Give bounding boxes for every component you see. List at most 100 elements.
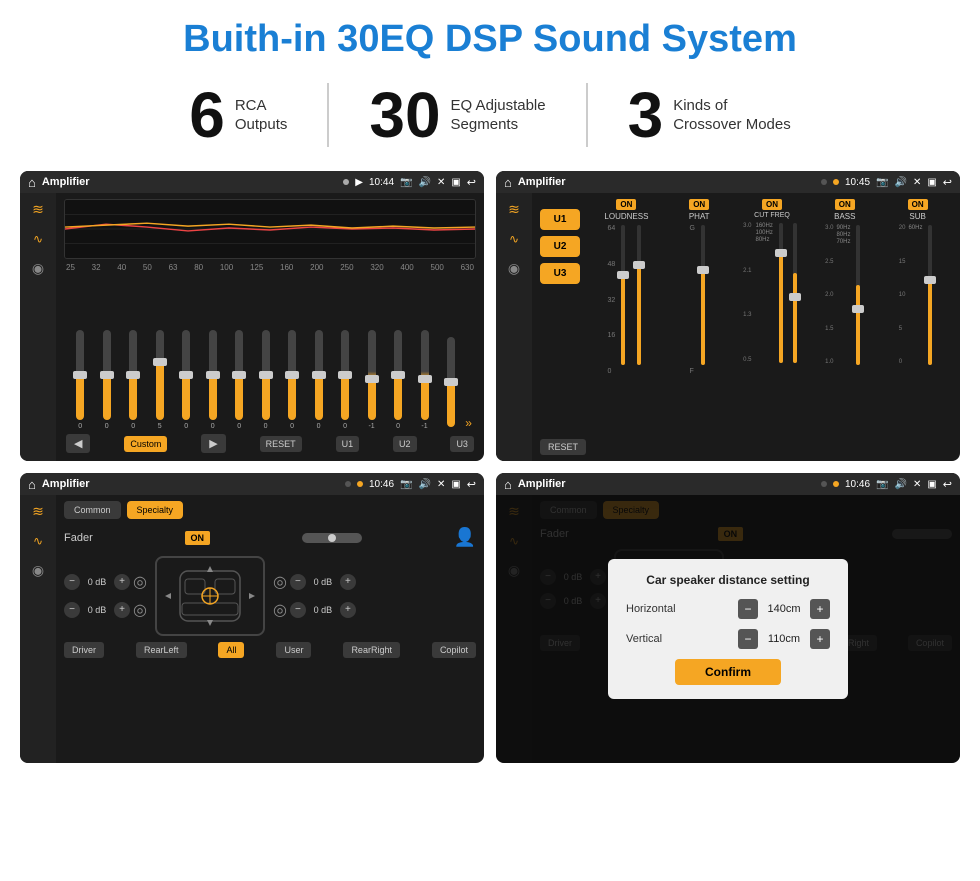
all-button[interactable]: All — [218, 642, 244, 658]
crossover-sidebar: ≋ ∿ ◉ — [496, 193, 532, 461]
horizontal-value: 140cm — [764, 603, 804, 615]
left-front-minus[interactable]: − — [64, 574, 80, 590]
horizontal-plus-button[interactable]: + — [810, 599, 830, 619]
close-icon-3[interactable]: ✕ — [437, 479, 445, 490]
eq-slider-6[interactable]: 0 — [200, 330, 224, 430]
eq-slider-11[interactable]: 0 — [333, 330, 357, 430]
sub-on-badge: ON — [908, 199, 928, 210]
back-icon-2[interactable]: ↩ — [943, 176, 952, 189]
copilot-button[interactable]: Copilot — [432, 642, 476, 658]
user-button[interactable]: User — [276, 642, 311, 658]
volume-icon-4[interactable]: 🔊 — [894, 479, 906, 490]
reset-button[interactable]: RESET — [260, 436, 302, 452]
eq-slider-7[interactable]: 0 — [227, 330, 251, 430]
eq-slider-5[interactable]: 0 — [174, 330, 198, 430]
right-speakers: ◎ − 0 dB + ◎ − 0 dB + — [273, 572, 356, 620]
eq-slider-13[interactable]: 0 — [386, 330, 410, 430]
home-icon-3[interactable]: ⌂ — [28, 477, 36, 492]
eq-slider-9[interactable]: 0 — [280, 330, 304, 430]
volume-icon-3[interactable]: 🔊 — [418, 479, 430, 490]
window-icon-2[interactable]: ▣ — [927, 177, 936, 188]
cutfreq-name: CUT FREQ — [754, 212, 790, 219]
window-icon-3[interactable]: ▣ — [451, 479, 460, 490]
eq-sliders[interactable]: 0 0 0 — [64, 276, 476, 430]
eq-slider-10[interactable]: 0 — [306, 330, 330, 430]
play-icon[interactable]: ▶ — [355, 177, 363, 188]
eq-slider-12[interactable]: -1 — [359, 330, 383, 430]
wave-icon-3[interactable]: ∿ — [33, 534, 43, 548]
back-icon-4[interactable]: ↩ — [943, 478, 952, 491]
eq-slider-14[interactable]: -1 — [412, 330, 436, 430]
driver-button[interactable]: Driver — [64, 642, 104, 658]
custom-button[interactable]: Custom — [124, 436, 167, 452]
close-icon-4[interactable]: ✕ — [913, 479, 921, 490]
speaker-icon[interactable]: ◉ — [32, 260, 44, 277]
dialog-status-bar: ⌂ Amplifier 10:46 📷 🔊 ✕ ▣ ↩ — [496, 473, 960, 495]
specialty-tab[interactable]: Specialty — [127, 501, 184, 519]
eq-slider-8[interactable]: 0 — [253, 330, 277, 430]
horizontal-minus-button[interactable]: − — [738, 599, 758, 619]
right-rear-plus[interactable]: + — [340, 602, 356, 618]
home-icon-2[interactable]: ⌂ — [504, 175, 512, 190]
u3-button[interactable]: U3 — [450, 436, 474, 452]
u2-btn[interactable]: U2 — [540, 236, 580, 257]
fader-slider-horizontal[interactable] — [302, 533, 362, 543]
profile-icon[interactable]: 👤 — [454, 527, 476, 548]
channel-bass: ON BASS 3.02.52.01.51.0 90Hz80Hz70Hz — [810, 199, 879, 455]
back-icon-3[interactable]: ↩ — [467, 478, 476, 491]
next-button[interactable]: ▶ — [201, 434, 225, 453]
fader-status-bar: ⌂ Amplifier 10:46 📷 🔊 ✕ ▣ ↩ — [20, 473, 484, 495]
vertical-minus-button[interactable]: − — [738, 629, 758, 649]
rear-left-button[interactable]: RearLeft — [136, 642, 187, 658]
window-icon-4[interactable]: ▣ — [927, 479, 936, 490]
status-dot-2 — [821, 179, 827, 185]
eq-status-bar: ⌂ Amplifier ▶ 10:44 📷 🔊 ✕ ▣ ↩ — [20, 171, 484, 193]
right-rear-minus[interactable]: − — [290, 602, 306, 618]
u-buttons: U1 U2 U3 RESET — [540, 199, 586, 455]
eq-icon[interactable]: ≋ — [32, 201, 44, 218]
home-icon[interactable]: ⌂ — [28, 175, 36, 190]
left-rear-plus[interactable]: + — [114, 602, 130, 618]
eq-icon-2[interactable]: ≋ — [508, 201, 520, 218]
common-tab[interactable]: Common — [64, 501, 121, 519]
eq-slider-1[interactable]: 0 — [68, 330, 92, 430]
u1-button[interactable]: U1 — [336, 436, 360, 452]
close-icon-2[interactable]: ✕ — [913, 177, 921, 188]
window-icon[interactable]: ▣ — [451, 177, 460, 188]
eq-slider-3[interactable]: 0 — [121, 330, 145, 430]
close-icon[interactable]: ✕ — [437, 177, 445, 188]
rear-right-button[interactable]: RearRight — [343, 642, 400, 658]
bass-name: BASS — [834, 212, 855, 221]
confirm-button[interactable]: Confirm — [675, 659, 781, 685]
u1-btn[interactable]: U1 — [540, 209, 580, 230]
more-icon[interactable]: » — [465, 416, 472, 430]
wave-icon[interactable]: ∿ — [33, 232, 43, 246]
speaker-icon-3[interactable]: ◉ — [32, 562, 44, 579]
right-front-minus[interactable]: − — [290, 574, 306, 590]
prev-button[interactable]: ◀ — [66, 434, 90, 453]
speaker-icon-2[interactable]: ◉ — [508, 260, 520, 277]
back-icon[interactable]: ↩ — [467, 176, 476, 189]
left-rear-minus[interactable]: − — [64, 602, 80, 618]
volume-icon-2[interactable]: 🔊 — [894, 177, 906, 188]
eq-slider-2[interactable]: 0 — [94, 330, 118, 430]
right-front-plus[interactable]: + — [340, 574, 356, 590]
u3-btn[interactable]: U3 — [540, 263, 580, 284]
eq-screen: ⌂ Amplifier ▶ 10:44 📷 🔊 ✕ ▣ ↩ ≋ ∿ ◉ — [20, 171, 484, 461]
loudness-on-badge: ON — [616, 199, 636, 210]
fader-content: ≋ ∿ ◉ Common Specialty Fader ON 👤 — [20, 495, 484, 763]
left-front-plus[interactable]: + — [114, 574, 130, 590]
eq-icon-3[interactable]: ≋ — [32, 503, 44, 520]
home-icon-4[interactable]: ⌂ — [504, 477, 512, 492]
crossover-screen: ⌂ Amplifier 10:45 📷 🔊 ✕ ▣ ↩ ≋ ∿ ◉ U1 U2 — [496, 171, 960, 461]
car-diagram — [155, 556, 265, 636]
volume-icon[interactable]: 🔊 — [418, 177, 430, 188]
u2-button[interactable]: U2 — [393, 436, 417, 452]
vertical-plus-button[interactable]: + — [810, 629, 830, 649]
right-rear-val: 0 dB — [309, 605, 337, 615]
crossover-reset-btn[interactable]: RESET — [540, 439, 586, 455]
eq-slider-15[interactable] — [439, 337, 463, 430]
eq-slider-4[interactable]: 5 — [147, 330, 171, 430]
channel-loudness: ON LOUDNESS 644832160 — [592, 199, 661, 455]
wave-icon-2[interactable]: ∿ — [509, 232, 519, 246]
